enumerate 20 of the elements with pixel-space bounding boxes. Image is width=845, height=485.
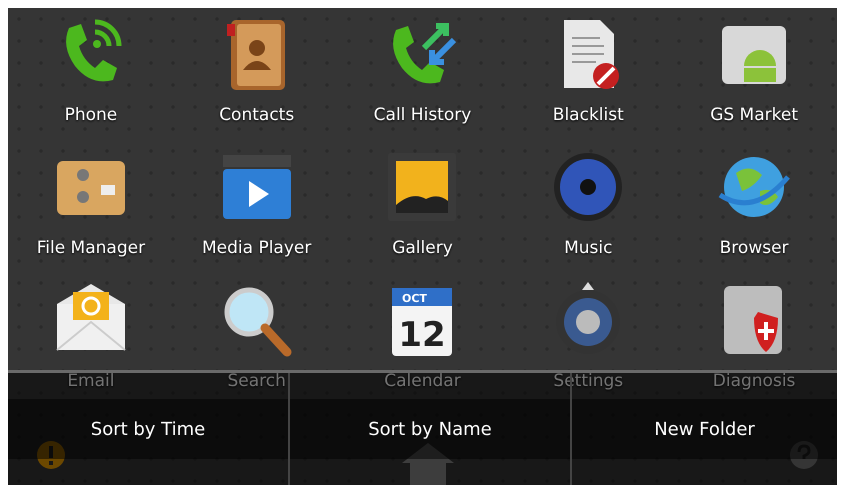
app-label[interactable]: Diagnosis [712, 370, 796, 392]
app-label[interactable]: Browser [720, 237, 789, 259]
app-label[interactable]: Email [67, 370, 114, 392]
app-label[interactable]: Contacts [219, 104, 294, 126]
app-label[interactable]: File Manager [36, 237, 146, 259]
app-label[interactable]: Music [564, 237, 612, 259]
app-label[interactable]: Search [227, 370, 286, 392]
app-label[interactable]: Settings [553, 370, 624, 392]
menu-item[interactable]: New Folder [572, 399, 837, 459]
menu-item[interactable]: Sort by Time [8, 399, 288, 459]
menu-item[interactable]: Sort by Name [290, 399, 570, 459]
app-label[interactable]: Calendar [384, 370, 461, 392]
app-label[interactable]: Gallery [392, 237, 453, 259]
calendar-month: OCT [402, 292, 428, 305]
app-label[interactable]: Phone [64, 104, 118, 126]
app-label[interactable]: Media Player [202, 237, 312, 259]
app-label[interactable]: Blacklist [552, 104, 624, 126]
calendar-day: 12 [398, 315, 446, 355]
app-label[interactable]: GS Market [710, 104, 798, 126]
app-label[interactable]: Call History [374, 104, 472, 126]
